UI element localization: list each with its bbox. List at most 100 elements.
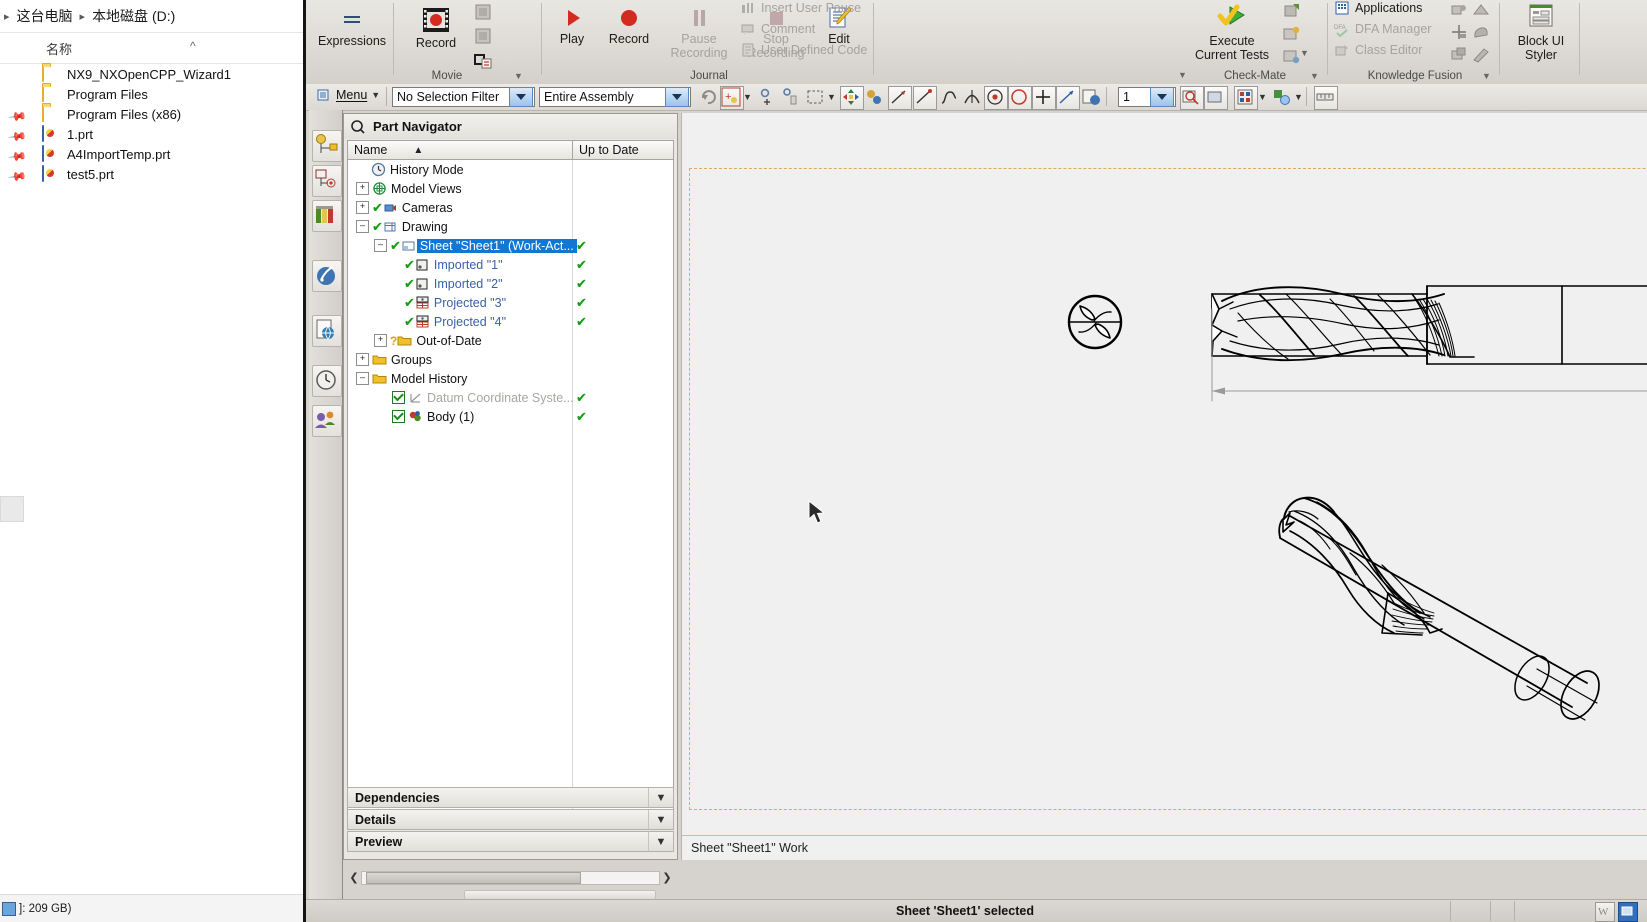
tree-row[interactable]: + ? Out-of-Date	[348, 331, 673, 350]
list-item[interactable]: test5.prt	[0, 164, 318, 184]
reset-selection-button[interactable]	[698, 86, 720, 108]
reuse-library-button[interactable]	[312, 260, 342, 292]
circle-center-button[interactable]	[984, 86, 1008, 110]
scrollbar-track[interactable]	[361, 871, 660, 885]
scroll-left-icon[interactable]: ❮	[347, 870, 361, 886]
drafting-tools-button[interactable]	[1314, 86, 1338, 110]
tree-row[interactable]: ✔ Imported "2" ✔	[348, 274, 673, 293]
graphics-window[interactable]: Sheet "Sheet1" Work	[681, 113, 1647, 860]
kf-tool5-icon[interactable]	[1448, 44, 1470, 66]
chevron-down-icon[interactable]: ▼	[827, 92, 836, 102]
chevron-down-icon[interactable]: ▼	[1310, 71, 1319, 81]
expander-icon[interactable]: +	[374, 334, 387, 347]
layer-category-button[interactable]	[1234, 86, 1258, 110]
snap-alt-button[interactable]	[780, 86, 802, 108]
tree-row[interactable]: ✔ Imported "1" ✔	[348, 255, 673, 274]
chevron-down-icon[interactable]: ▼	[1482, 71, 1491, 81]
constraint-navigator-button[interactable]	[312, 165, 342, 197]
history-button[interactable]	[312, 365, 342, 397]
chevron-down-icon[interactable]: ▼	[1258, 92, 1267, 102]
scrollbar-thumb[interactable]	[366, 872, 581, 884]
chevron-down-icon[interactable]	[509, 87, 533, 107]
list-item[interactable]: A4ImportTemp.prt	[0, 144, 318, 164]
line-button[interactable]	[888, 86, 912, 110]
scroll-right-icon[interactable]: ❯	[660, 870, 674, 886]
expander-icon[interactable]: –	[374, 239, 387, 252]
checkmate-tool1-icon[interactable]	[1280, 1, 1302, 23]
tree-row[interactable]: ✔ Projected "3" ✔	[348, 293, 673, 312]
arc-button[interactable]	[961, 86, 983, 108]
expander-icon[interactable]: +	[356, 201, 369, 214]
tree-row[interactable]: + Model Views	[348, 179, 673, 198]
tree-row-selected[interactable]: – ✔ Sheet "Sheet1" (Work-Act... ✔	[348, 236, 673, 255]
spline-button[interactable]	[938, 86, 960, 108]
expander-icon[interactable]: –	[356, 372, 369, 385]
layer-settings-button[interactable]	[1180, 86, 1204, 110]
roles-button[interactable]	[312, 405, 342, 437]
tree-row[interactable]: – Model History	[348, 369, 673, 388]
list-item[interactable]: Program Files (x86)	[0, 104, 318, 124]
layer-visible-button[interactable]	[1204, 86, 1228, 110]
applications-item[interactable]: Applications	[1334, 0, 1422, 16]
tree-row[interactable]: + ✔ Cameras	[348, 198, 673, 217]
accordion-preview[interactable]: Preview ▼	[347, 831, 674, 852]
line2-button[interactable]	[913, 86, 937, 110]
layer-combo[interactable]: 1	[1118, 87, 1176, 107]
window-mode-icon[interactable]: W	[1595, 902, 1615, 922]
explorer-column-header[interactable]: 名称 ^	[0, 33, 318, 64]
column-header-name-cell[interactable]: Name ▲	[348, 141, 573, 159]
expander-icon[interactable]: –	[356, 220, 369, 233]
chevron-down-icon[interactable]: ▼	[743, 92, 752, 102]
chevron-down-icon[interactable]: ▼	[514, 71, 523, 81]
menu-button[interactable]: Menu ▼	[316, 87, 380, 103]
selection-filter-combo[interactable]: No Selection Filter	[392, 87, 535, 107]
tree-row[interactable]: Body (1) ✔	[348, 407, 673, 426]
tree-row[interactable]: – ✔ Drawing	[348, 217, 673, 236]
column-header-uptodate-cell[interactable]: Up to Date	[573, 141, 673, 159]
add-point-button[interactable]	[1032, 86, 1056, 110]
movie-export-icon[interactable]	[472, 50, 494, 72]
checkmate-tool2-icon[interactable]	[1280, 23, 1302, 45]
selection-scope-combo[interactable]: Entire Assembly	[539, 87, 691, 107]
kf-tool3-icon[interactable]	[1448, 22, 1470, 44]
expander-icon[interactable]: +	[356, 353, 369, 366]
snap-settings-button[interactable]	[756, 86, 778, 108]
tree-row[interactable]: Datum Coordinate Syste... ✔	[348, 388, 673, 407]
kf-tool4-icon[interactable]	[1470, 22, 1492, 44]
kf-tool6-icon[interactable]	[1470, 44, 1492, 66]
journal-play-button[interactable]: Play	[548, 4, 596, 46]
list-item[interactable]: 1.prt	[0, 124, 318, 144]
web-browser-button[interactable]	[312, 315, 342, 347]
assembly-navigator-button[interactable]	[312, 130, 342, 162]
checkbox[interactable]	[392, 410, 405, 423]
move-to-layer-button[interactable]	[1270, 86, 1292, 108]
chevron-down-icon[interactable]	[1150, 87, 1174, 107]
accordion-details[interactable]: Details ▼	[347, 809, 674, 830]
block-ui-styler-button[interactable]: Block UI Styler	[1502, 2, 1580, 62]
tree-row[interactable]: + Groups	[348, 350, 673, 369]
rectangle-select-button[interactable]	[804, 86, 826, 108]
chevron-down-icon[interactable]: ▼	[648, 810, 673, 829]
chevron-down-icon[interactable]: ▼	[1294, 92, 1303, 102]
chevron-down-icon[interactable]: ▼	[648, 788, 673, 807]
list-item[interactable]: Program Files	[0, 84, 318, 104]
checkbox[interactable]	[392, 391, 405, 404]
breadcrumb[interactable]: ▸ 这台电脑 ▸ 本地磁盘 (D:)	[0, 0, 318, 33]
accordion-dependencies[interactable]: Dependencies ▼	[347, 787, 674, 808]
part-navigator-button[interactable]	[312, 200, 342, 232]
transform-button[interactable]	[863, 86, 885, 108]
chevron-down-icon[interactable]: ▼	[648, 832, 673, 851]
list-item[interactable]: NX9_NXOpenCPP_Wizard1	[0, 64, 318, 84]
tree-row[interactable]: History Mode	[348, 160, 673, 179]
display-mode-icon[interactable]	[1618, 902, 1638, 922]
execute-current-tests-button[interactable]: Execute Current Tests	[1184, 2, 1280, 62]
journal-record-button[interactable]: Record	[598, 4, 660, 46]
dimension-line-button[interactable]	[1056, 86, 1080, 110]
tree-horizontal-scrollbar[interactable]: ❮ ❯	[347, 869, 674, 887]
kf-tool1-icon[interactable]	[1448, 0, 1470, 22]
part-navigator-tree[interactable]: History Mode + Model Views + ✔ Cameras –…	[347, 160, 674, 821]
snap-point-button[interactable]: +	[720, 86, 744, 110]
movie-frame2-icon[interactable]	[472, 26, 494, 48]
kf-tool2-icon[interactable]	[1470, 0, 1492, 22]
movie-frame-icon[interactable]	[472, 2, 494, 24]
